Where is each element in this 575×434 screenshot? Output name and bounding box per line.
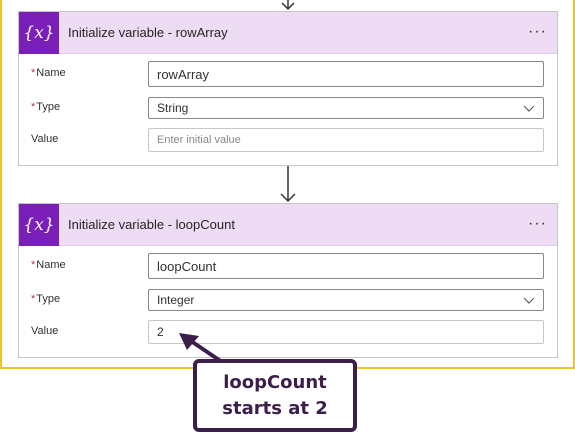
- value-label: Value: [31, 325, 59, 337]
- card-header[interactable]: {x} Initialize variable - loopCount ···: [19, 204, 557, 246]
- name-label: *Name: [31, 259, 66, 271]
- required-marker: *: [31, 293, 36, 305]
- initialize-variable-rowarray-card: {x} Initialize variable - rowArray ··· *…: [18, 11, 558, 166]
- callout-line-2: starts at 2: [222, 397, 328, 419]
- name-field[interactable]: rowArray: [148, 61, 544, 87]
- more-icon[interactable]: ···: [528, 204, 547, 244]
- chevron-down-icon: [523, 105, 535, 112]
- more-icon[interactable]: ···: [528, 12, 547, 52]
- value-placeholder: Enter initial value: [157, 134, 241, 146]
- required-marker: *: [31, 67, 36, 79]
- value-row: Value 2: [31, 320, 551, 344]
- type-row: *Type Integer: [31, 289, 551, 311]
- type-label: *Type: [31, 101, 61, 113]
- card-title: Initialize variable - loopCount: [68, 217, 235, 232]
- value-field[interactable]: Enter initial value: [148, 128, 544, 152]
- callout-box: loopCount starts at 2: [193, 359, 357, 432]
- card-header[interactable]: {x} Initialize variable - rowArray ···: [19, 12, 557, 54]
- type-label: *Type: [31, 293, 61, 305]
- variable-icon: {x}: [19, 12, 59, 54]
- required-marker: *: [31, 101, 36, 113]
- value-row: Value Enter initial value: [31, 128, 551, 152]
- name-label: *Name: [31, 67, 66, 79]
- required-marker: *: [31, 259, 36, 271]
- name-row: *Name loopCount: [31, 253, 551, 279]
- value-label: Value: [31, 133, 59, 145]
- arrow-down-icon: [280, 166, 296, 203]
- type-row: *Type String: [31, 97, 551, 119]
- type-dropdown[interactable]: String: [148, 97, 544, 119]
- name-field[interactable]: loopCount: [148, 253, 544, 279]
- variable-icon: {x}: [19, 204, 59, 246]
- name-row: *Name rowArray: [31, 61, 551, 87]
- type-dropdown[interactable]: Integer: [148, 289, 544, 311]
- chevron-down-icon: [523, 297, 535, 304]
- card-title: Initialize variable - rowArray: [68, 25, 228, 40]
- callout-line-1: loopCount: [223, 371, 327, 393]
- value-text: 2: [157, 325, 164, 339]
- initialize-variable-loopcount-card: {x} Initialize variable - loopCount ··· …: [18, 203, 558, 358]
